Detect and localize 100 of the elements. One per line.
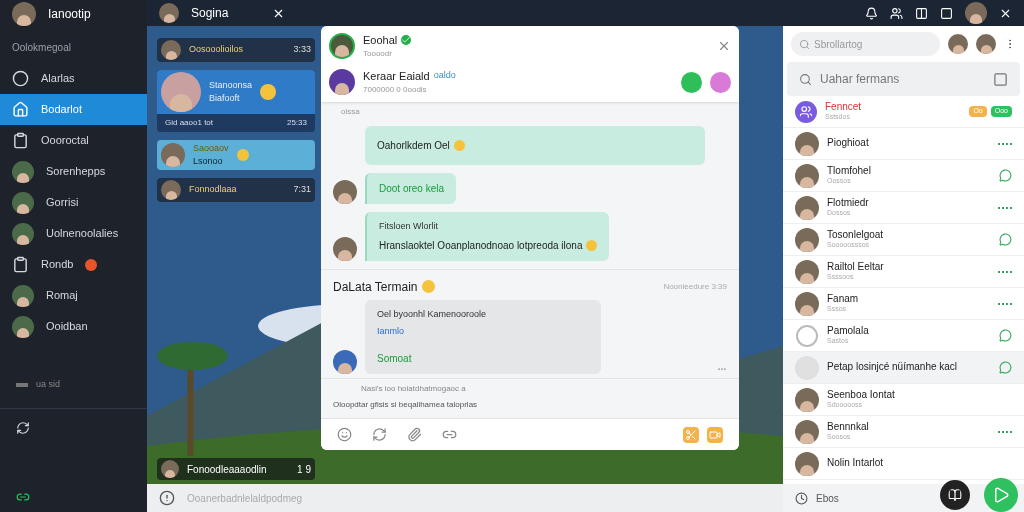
sidebar-item[interactable]: Alarlas: [0, 63, 147, 94]
chat-row[interactable]: Fonnodlaaa 7:31: [157, 178, 315, 202]
avatar: [161, 460, 179, 478]
sidebar-item[interactable]: Gorrisi: [0, 187, 147, 218]
dots-icon: [998, 142, 1012, 145]
item-icon: [12, 70, 29, 87]
video-icon[interactable]: [707, 426, 723, 443]
link-icon[interactable]: [16, 490, 30, 504]
badge-icon: [85, 258, 98, 271]
dots-icon: [998, 430, 1012, 433]
contact-row[interactable]: Petap losinjcé nüímanhe kacl: [783, 352, 1024, 384]
dots-icon: [998, 206, 1012, 209]
avatar: [161, 143, 185, 167]
chat-icon[interactable]: [999, 233, 1012, 246]
avatar: [333, 180, 357, 204]
contact-name: Nolin Intarlot: [827, 457, 884, 470]
chat-note: Gid aaoo1 tot: [165, 117, 214, 129]
group-icon: [795, 100, 817, 123]
paperclip-icon[interactable]: [407, 427, 422, 442]
avatar: [12, 160, 34, 183]
contact-row[interactable]: Nolin Intarlot: [783, 448, 1024, 480]
avatar: [795, 163, 819, 188]
contact-name: Railtol Eeltar: [827, 260, 884, 274]
chat-card[interactable]: Stanoonsa Biafooft Gid aaoo1 tot 25:33: [157, 70, 315, 132]
chat-icon[interactable]: [999, 361, 1012, 374]
bell-icon[interactable]: [865, 6, 878, 20]
bar-icon: [16, 382, 28, 387]
chat-time: 25:33: [286, 117, 307, 129]
chat-icon[interactable]: [999, 169, 1012, 182]
contact-status: 7000000 0 0oodis: [363, 84, 428, 97]
sidebar-item[interactable]: Ooidban: [0, 311, 147, 342]
note-text: Oloopdtar gfisis si beqalihamea taloprlas: [333, 398, 479, 411]
avatar: [333, 236, 357, 261]
chat-row[interactable]: Saooaov Lsonoo: [157, 140, 315, 170]
sidebar-item[interactable]: Romaj: [0, 280, 147, 311]
avatar-outline-icon: [795, 323, 819, 348]
book-button[interactable]: [940, 480, 970, 510]
avatar: [795, 387, 819, 412]
user-name: Ianootip: [48, 6, 91, 23]
avatar: [795, 227, 819, 252]
chat-count: 1 9: [297, 462, 311, 477]
section-title: DaLata Termain: [333, 278, 418, 296]
avatar: [795, 195, 819, 220]
scissors-icon[interactable]: [683, 426, 699, 443]
search-field[interactable]: Uahar fermans: [787, 62, 1020, 96]
avatar: [159, 3, 179, 23]
avatar: [161, 72, 201, 112]
avatar: [333, 349, 357, 374]
smile-icon[interactable]: [337, 427, 352, 442]
contact-name: Pamolala: [827, 324, 869, 338]
contact-name: Pioghioat: [827, 137, 869, 150]
footer-text: ua sid: [36, 378, 61, 391]
avatar: [795, 291, 819, 316]
contact-row[interactable]: Pioghioat: [783, 128, 1024, 160]
chat-icon[interactable]: [999, 329, 1012, 342]
message-bubble: Oahorlkdem Oel: [365, 126, 705, 165]
chat-preview: Biafooft: [209, 92, 241, 105]
avatar: [795, 259, 819, 284]
call-button[interactable]: [681, 71, 702, 93]
alert-icon: [159, 490, 175, 506]
people-icon[interactable]: [890, 6, 903, 20]
contact-name: Petap losinjcé nüímanhe kacl: [827, 361, 958, 374]
contact-name: Seenboa Iontat: [827, 388, 895, 402]
chat-name: Stanoonsa: [209, 78, 253, 92]
emoji-icon: [421, 280, 435, 293]
chat-preview: Lsonoo: [193, 155, 224, 168]
contact-name: Keraar Eaiald: [363, 68, 430, 84]
send-button[interactable]: [984, 478, 1018, 512]
refresh-icon[interactable]: [16, 420, 30, 435]
contact-name: Fanam: [827, 292, 859, 306]
avatar: [965, 2, 987, 24]
avatar: [161, 40, 181, 60]
window-icon[interactable]: [940, 6, 953, 20]
chat-row[interactable]: Fonoodleaaaodlin 1 9: [157, 458, 315, 480]
contact-name: Tlomfohel: [827, 164, 871, 178]
emoji-icon: [236, 149, 249, 161]
avatar: [948, 34, 968, 54]
avatar: [976, 34, 996, 54]
search-icon: [799, 38, 810, 50]
chat-title: Sogina: [191, 5, 229, 22]
section-time: Noonieedure 3:39: [663, 280, 727, 293]
avatar: [12, 284, 34, 307]
contact-name: Eoohal: [363, 32, 398, 48]
contact-name: Fenncet: [825, 100, 862, 114]
sidebar-item[interactable]: Bodarlot: [0, 94, 147, 125]
emoji-icon: [260, 84, 277, 100]
video-button[interactable]: [710, 71, 731, 93]
emoji-icon: [453, 140, 465, 151]
chat-name: Saooaov: [193, 141, 229, 155]
item-icon: [12, 132, 29, 149]
sidebar-item[interactable]: Sorenhepps: [0, 156, 147, 187]
chat-time: 7:31: [293, 183, 311, 197]
contact-name: Tosonlelgoat: [827, 228, 884, 242]
sidebar-item[interactable]: Rondb: [0, 249, 147, 280]
item-icon: [12, 256, 29, 273]
sidebar-item[interactable]: Oooroctal: [0, 125, 147, 156]
chat-row[interactable]: Oosooolioilos 3:33: [157, 38, 315, 62]
columns-icon[interactable]: [915, 6, 928, 20]
clock-icon: [795, 491, 808, 505]
sidebar-item[interactable]: Uolnenoolalies: [0, 218, 147, 249]
